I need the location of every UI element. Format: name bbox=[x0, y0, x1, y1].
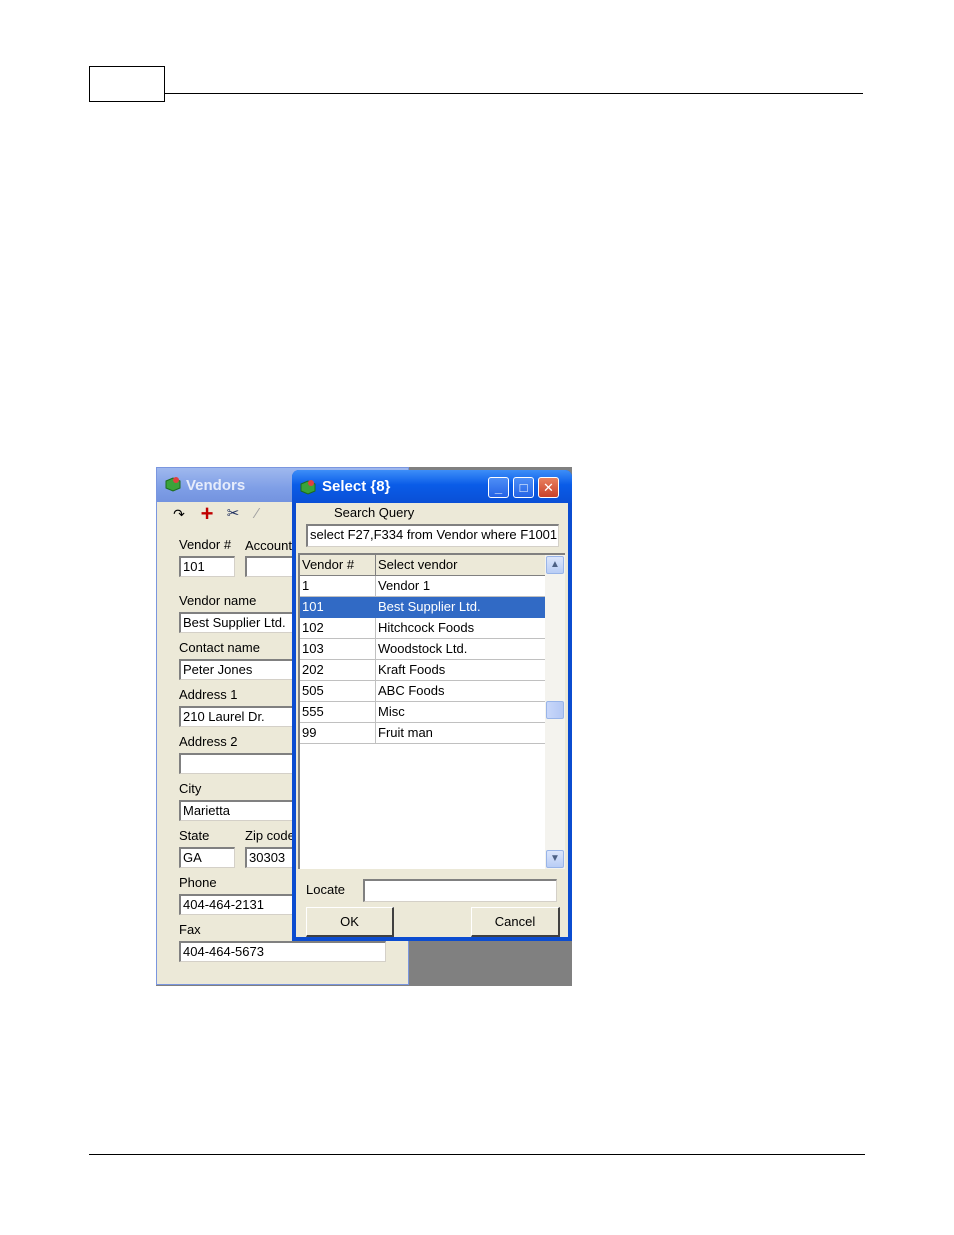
cancel-button[interactable]: Cancel bbox=[471, 907, 560, 937]
contact-name-field[interactable]: Peter Jones bbox=[179, 659, 299, 680]
locate-input[interactable] bbox=[363, 879, 557, 902]
cell-vendor-name: Woodstock Ltd. bbox=[376, 639, 546, 660]
table-row-selected[interactable]: 101 Best Supplier Ltd. bbox=[300, 597, 546, 618]
vendor-grid: Vendor # Select vendor 1 Vendor 1 101 Be… bbox=[298, 553, 565, 869]
table-row[interactable]: 505 ABC Foods bbox=[300, 681, 546, 702]
phone-field[interactable]: 404-464-2131 bbox=[179, 894, 299, 915]
vendor-number-label: Vendor # bbox=[179, 537, 232, 552]
select-dialog-body: Search Query select F27,F334 from Vendor… bbox=[296, 503, 568, 937]
select-title: Select {8} bbox=[322, 478, 391, 495]
vendors-title: Vendors bbox=[186, 477, 246, 494]
account-label: Account bbox=[245, 538, 292, 553]
table-row[interactable]: 99 Fruit man bbox=[300, 723, 546, 744]
cell-vendor-name: Best Supplier Ltd. bbox=[376, 597, 546, 618]
state-field[interactable]: GA bbox=[179, 847, 235, 868]
cell-vendor-name: Vendor 1 bbox=[376, 576, 546, 597]
ok-button[interactable]: OK bbox=[306, 907, 394, 937]
cell-vendor-number: 1 bbox=[300, 576, 376, 597]
grid-header: Vendor # Select vendor bbox=[300, 555, 546, 576]
phone-label: Phone bbox=[179, 875, 217, 890]
cell-vendor-name: Misc bbox=[376, 702, 546, 723]
cell-vendor-number: 202 bbox=[300, 660, 376, 681]
scroll-up-icon[interactable]: ▲ bbox=[546, 556, 564, 574]
cell-vendor-number: 505 bbox=[300, 681, 376, 702]
table-row[interactable]: 1 Vendor 1 bbox=[300, 576, 546, 597]
column-header-vendor-number[interactable]: Vendor # bbox=[300, 555, 376, 576]
vertical-scrollbar[interactable]: ▲ ▼ bbox=[545, 555, 565, 869]
scroll-thumb[interactable] bbox=[546, 701, 564, 719]
redo-icon[interactable]: ↷ bbox=[169, 504, 189, 524]
address1-label: Address 1 bbox=[179, 687, 238, 702]
cell-vendor-number: 99 bbox=[300, 723, 376, 744]
zip-label: Zip code bbox=[245, 828, 295, 843]
close-button[interactable]: ✕ bbox=[538, 477, 559, 498]
select-title-bar[interactable]: Select {8} _ □ ✕ bbox=[292, 470, 572, 503]
wand-icon[interactable]: ⁄ bbox=[247, 504, 267, 524]
table-row[interactable]: 102 Hitchcock Foods bbox=[300, 618, 546, 639]
app-icon bbox=[165, 477, 181, 492]
scroll-down-icon[interactable]: ▼ bbox=[546, 850, 564, 868]
header-rule bbox=[164, 93, 863, 94]
cell-vendor-name: Kraft Foods bbox=[376, 660, 546, 681]
cell-vendor-number: 555 bbox=[300, 702, 376, 723]
search-query-label: Search Query bbox=[334, 505, 415, 520]
city-label: City bbox=[179, 781, 202, 796]
table-row[interactable]: 555 Misc bbox=[300, 702, 546, 723]
address2-label: Address 2 bbox=[179, 734, 238, 749]
fax-label: Fax bbox=[179, 922, 201, 937]
vendor-name-field[interactable]: Best Supplier Ltd. bbox=[179, 612, 299, 633]
cell-vendor-name: Hitchcock Foods bbox=[376, 618, 546, 639]
address2-field[interactable] bbox=[179, 753, 299, 774]
minimize-button[interactable]: _ bbox=[488, 477, 509, 498]
cell-vendor-name: ABC Foods bbox=[376, 681, 546, 702]
select-dialog: Select {8} _ □ ✕ Search Query select F27… bbox=[292, 470, 572, 941]
cell-vendor-number: 101 bbox=[300, 597, 376, 618]
address1-field[interactable]: 210 Laurel Dr. bbox=[179, 706, 299, 727]
maximize-button[interactable]: □ bbox=[513, 477, 534, 498]
column-header-select-vendor[interactable]: Select vendor bbox=[376, 555, 546, 576]
vendor-name-label: Vendor name bbox=[179, 593, 257, 608]
cell-vendor-name: Fruit man bbox=[376, 723, 546, 744]
screenshot: Vendors ↷ + ✂ ⁄ Vendor # Account 101 Ven… bbox=[156, 467, 572, 986]
cell-vendor-number: 102 bbox=[300, 618, 376, 639]
page-number-box bbox=[89, 66, 165, 102]
footer-rule bbox=[89, 1154, 865, 1155]
vendor-number-field[interactable]: 101 bbox=[179, 556, 235, 577]
cut-icon[interactable]: ✂ bbox=[223, 504, 243, 524]
contact-name-label: Contact name bbox=[179, 640, 260, 655]
table-row[interactable]: 103 Woodstock Ltd. bbox=[300, 639, 546, 660]
city-field[interactable]: Marietta bbox=[179, 800, 299, 821]
fax-field[interactable]: 404-464-5673 bbox=[179, 941, 386, 962]
add-icon[interactable]: + bbox=[197, 503, 217, 525]
cell-vendor-number: 103 bbox=[300, 639, 376, 660]
state-label: State bbox=[179, 828, 210, 843]
search-query-input[interactable]: select F27,F334 from Vendor where F1001 … bbox=[306, 524, 559, 547]
locate-label: Locate bbox=[306, 882, 346, 897]
table-row[interactable]: 202 Kraft Foods bbox=[300, 660, 546, 681]
app-icon bbox=[300, 480, 316, 495]
